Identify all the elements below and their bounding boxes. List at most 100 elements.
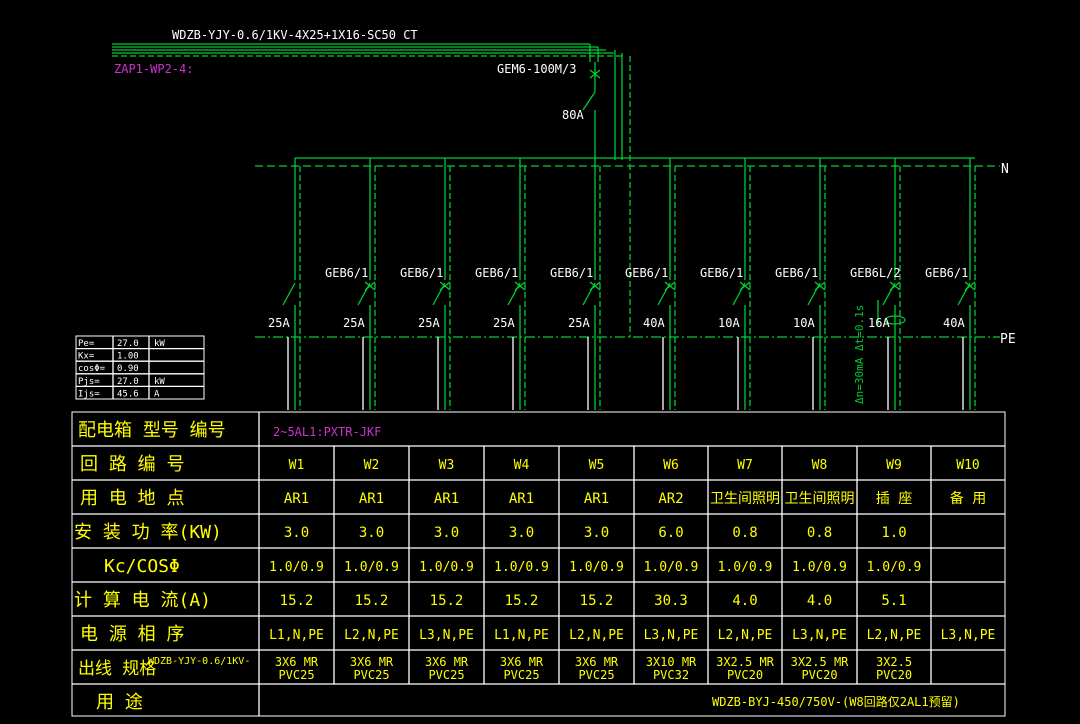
table-cell-location: AR1 [509,491,534,507]
branch-breaker-blade [732,282,746,306]
table-row-label: 电 源 相 序 [80,624,185,645]
load-calc-label: Ijs= [78,389,100,399]
table-row-label: 用 途 [96,692,143,713]
table-cell-power: 3.0 [284,525,309,541]
load-calc-label: Kx= [78,352,95,362]
table-cell-spec1: 3X2.5 MR [791,655,850,669]
table-cell-location: AR1 [584,491,609,507]
table-cell-kc: 1.0/0.9 [569,560,624,575]
table-cell-id: W8 [812,458,828,473]
circuit-table: 配电箱 型号 编号 2~5AL1:PXTR-JKF 回 路 编 号用 电 地 点安 … [71,411,1006,717]
table-cell-id: W2 [364,458,380,473]
table-cell-current: 15.2 [280,593,314,609]
pe-bus-label: PE [1000,332,1016,347]
table-cell-spec1: 3X10 MR [646,655,697,669]
table-cell-power: 3.0 [509,525,534,541]
branch-breaker-blade [582,282,596,306]
table-cell-phase: L2,N,PE [569,628,624,643]
branch-breaker-blade [807,282,821,306]
feeder-id-label: ZAP1-WP2-4: [114,62,193,76]
table-cell-kc: 1.0/0.9 [867,560,922,575]
table-cell-current: 15.2 [505,593,539,609]
rcd-label: Δn=30mA Δt=0.1s [853,305,866,404]
table-cell-phase: L2,N,PE [718,628,773,643]
table-cell-id: W3 [439,458,455,473]
table-cell-power: 0.8 [732,525,757,541]
main-rating-label: 80A [562,108,584,122]
branch-rating-label: 25A [493,316,515,330]
load-calc-unit: kW [154,377,165,387]
table-row-label: 出线 规格 [78,659,156,679]
table-cell-power: 1.0 [881,525,906,541]
table-cell-phase: L2,N,PE [867,628,922,643]
table-cell-spec1: 3X2.5 MR [716,655,775,669]
table-cell-power: 3.0 [584,525,609,541]
table-cell-current: 30.3 [654,593,688,609]
table-cell-phase: L3,N,PE [792,628,847,643]
wiring-labels: WDZB-YJY-0.6/1KV-4X25+1X16-SC50 CT ZAP1-… [114,28,1016,347]
table-cell-current: 15.2 [430,593,464,609]
table-cell-power: 6.0 [658,525,683,541]
table-cell-id: W6 [663,458,679,473]
load-calc-unit: kW [154,339,165,349]
load-calc-label: Pjs= [78,377,100,387]
branch-breaker-blade [882,282,896,306]
table-cell-kc: 1.0/0.9 [792,560,847,575]
load-calc-box: Pe= 27.0 kW Kx= 1.00 cosΦ= 0.90 Pjs= 27.0 kW Ijs= 4… [75,335,205,400]
distribution-diagram: WDZB-YJY-0.6/1KV-4X25+1X16-SC50 CT ZAP1-… [71,28,1016,717]
table-cell-power: 0.8 [807,525,832,541]
branch-breaker-label: GEB6/1 [775,266,818,280]
table-cell-spec2: PVC25 [278,668,314,682]
table-cell-id: W9 [886,458,902,473]
load-calc-label: Pe= [78,339,95,349]
neutral-bus-label: N [1001,162,1009,177]
table-cell-phase: L3,N,PE [644,628,699,643]
table-cell-location: 备 用 [950,490,986,507]
table-cell-spec1: 3X6 MR [575,655,619,669]
branch-breaker-blade [357,282,371,306]
table-cell-location: AR2 [658,491,683,507]
load-calc-unit: A [154,389,160,399]
table-cell-location: 卫生间照明 [785,491,855,507]
branch-rating-label: 10A [793,316,815,330]
table-cell-spec2: PVC20 [801,668,837,682]
table-cell-location: 卫生间照明 [710,491,780,507]
table-cell-kc: 1.0/0.9 [269,560,324,575]
table-usage-note: WDZB-BYJ-450/750V-(W8回路仅2AL1预留) [712,694,960,709]
branch-breaker-label: GEB6/1 [550,266,593,280]
table-cell-power: 3.0 [434,525,459,541]
branch-breaker-blade [282,282,296,306]
table-cell-kc: 1.0/0.9 [419,560,474,575]
branch-breaker-blade [657,282,671,306]
table-cell-spec2: PVC20 [727,668,763,682]
table-cell-phase: L1,N,PE [494,628,549,643]
table-row-label: Kc/COSΦ [104,556,180,577]
table-row-label: 计 算 电 流(A) [74,590,211,611]
branch-rating-label: 40A [943,316,965,330]
wiring-layer [112,43,1000,410]
table-cell-location: AR1 [284,491,309,507]
table-row-label: 安 装 功 率(KW) [74,522,222,543]
branch-breaker-blade [432,282,446,306]
table-cell-phase: L3,N,PE [941,628,996,643]
branch-breaker-label: GEB6/1 [475,266,518,280]
load-calc-value: 45.6 [117,389,139,399]
table-cell-spec2: PVC32 [653,668,689,682]
table-cell-current: 4.0 [732,593,757,609]
table-cell-current: 15.2 [355,593,389,609]
table-cell-kc: 1.0/0.9 [644,560,699,575]
branch-breaker-blade [957,282,971,306]
load-calc-value: 0.90 [117,364,139,374]
table-cell-spec1: 3X6 MR [425,655,469,669]
table-cell-spec2: PVC25 [578,668,614,682]
branch-rating-label: 25A [418,316,440,330]
branch-rating-label: 25A [568,316,590,330]
table-cell-kc: 1.0/0.9 [494,560,549,575]
branch-rating-label: 10A [718,316,740,330]
main-breaker-blade [582,91,596,111]
table-cell-spec1: 3X6 MR [350,655,394,669]
branch-breaker-blade [507,282,521,306]
branch-breaker-label: GEB6L/2 [850,266,901,280]
table-cell-current: 15.2 [580,593,614,609]
table-cell-id: W4 [514,458,530,473]
